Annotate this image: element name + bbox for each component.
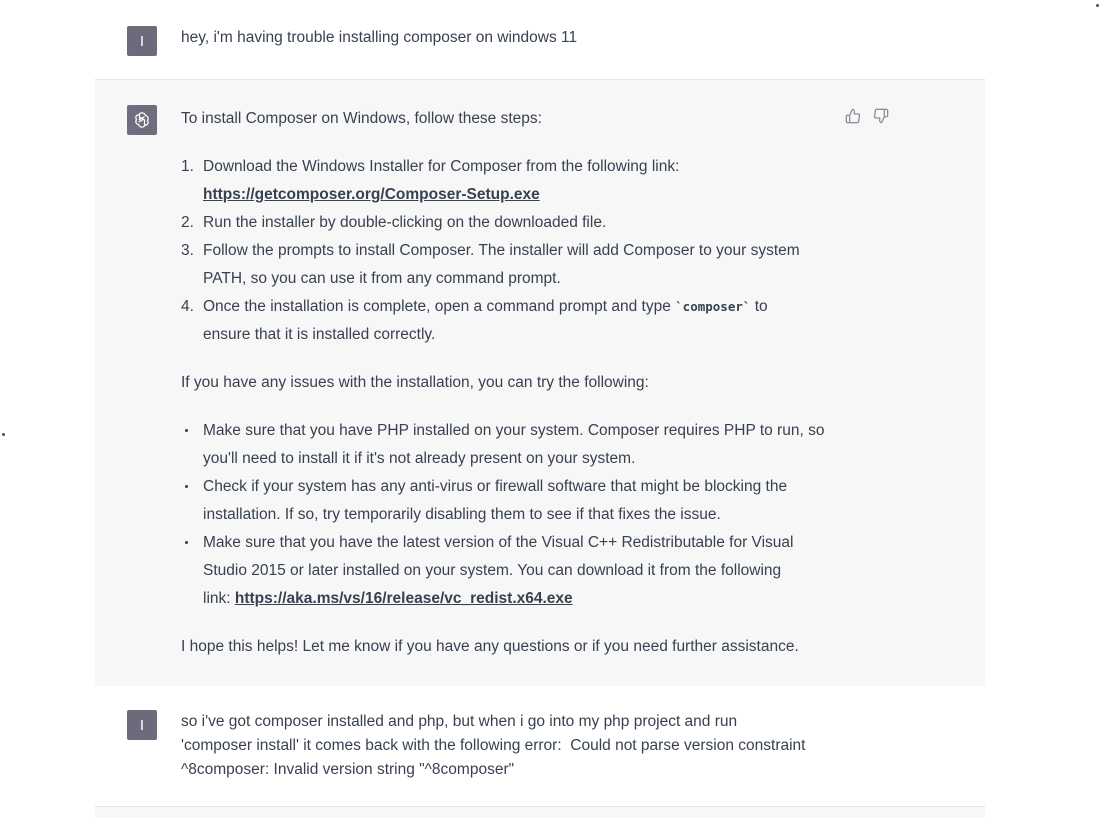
intro-paragraph: To install Composer on Windows, follow t… [181, 110, 542, 127]
closing-paragraph: I hope this helps! Let me know if you ha… [181, 638, 799, 655]
bullet-dot [185, 485, 188, 488]
bullet-dot [185, 429, 188, 432]
assistant-avatar [127, 105, 157, 135]
bullet-dot [185, 541, 188, 544]
user-avatar: I [127, 26, 157, 56]
step-1: 1. Download the Windows Installer for Co… [181, 153, 841, 209]
user-message-text: hey, i'm having trouble installing compo… [181, 29, 578, 46]
install-steps-list: 1. Download the Windows Installer for Co… [181, 153, 841, 349]
stray-dot-top-right [1096, 4, 1099, 7]
next-message-edge [95, 806, 985, 818]
openai-logo-icon [135, 112, 149, 128]
thumbs-up-icon[interactable] [845, 108, 861, 124]
inline-code: `composer` [675, 299, 751, 314]
step-number: 1. [181, 158, 194, 175]
user-message-1: I hey, i'm having trouble installing com… [95, 0, 985, 79]
assistant-message-body: To install Composer on Windows, follow t… [181, 105, 841, 661]
feedback-buttons [845, 108, 889, 124]
step-text-line2: PATH, so you can use it from any command… [203, 270, 561, 287]
user-avatar: I [127, 710, 157, 740]
assistant-message: To install Composer on Windows, follow t… [95, 79, 985, 687]
step-text: Run the installer by double-clicking on … [203, 214, 607, 231]
step-3: 3. Follow the prompts to install Compose… [181, 237, 841, 293]
step-text-line2: ensure that it is installed correctly. [203, 326, 436, 343]
bullet-item: Make sure that you have PHP installed on… [181, 417, 841, 473]
step-number: 4. [181, 298, 194, 315]
user-message-text: so i've got composer installed and php, … [181, 713, 806, 778]
step-4: 4. Once the installation is complete, op… [181, 293, 841, 349]
troubleshoot-intro: If you have any issues with the installa… [181, 374, 649, 391]
step-number: 2. [181, 214, 194, 231]
bullet-item: Check if your system has any anti-virus … [181, 473, 841, 529]
step-number: 3. [181, 242, 194, 259]
stray-dot-left [2, 433, 5, 436]
step-2: 2. Run the installer by double-clicking … [181, 209, 841, 237]
thumbs-down-icon[interactable] [873, 108, 889, 124]
step-text: Download the Windows Installer for Compo… [203, 158, 680, 175]
troubleshoot-list: Make sure that you have PHP installed on… [181, 417, 841, 613]
bullet-item: Make sure that you have the latest versi… [181, 529, 841, 613]
step-text-line1: Follow the prompts to install Composer. … [203, 242, 800, 259]
composer-setup-link[interactable]: https://getcomposer.org/Composer-Setup.e… [203, 186, 540, 203]
step-text-line1: Once the installation is complete, open … [203, 298, 768, 315]
vc-redist-link[interactable]: https://aka.ms/vs/16/release/vc_redist.x… [235, 590, 573, 607]
user-message-2: I so i've got composer installed and php… [95, 686, 985, 806]
